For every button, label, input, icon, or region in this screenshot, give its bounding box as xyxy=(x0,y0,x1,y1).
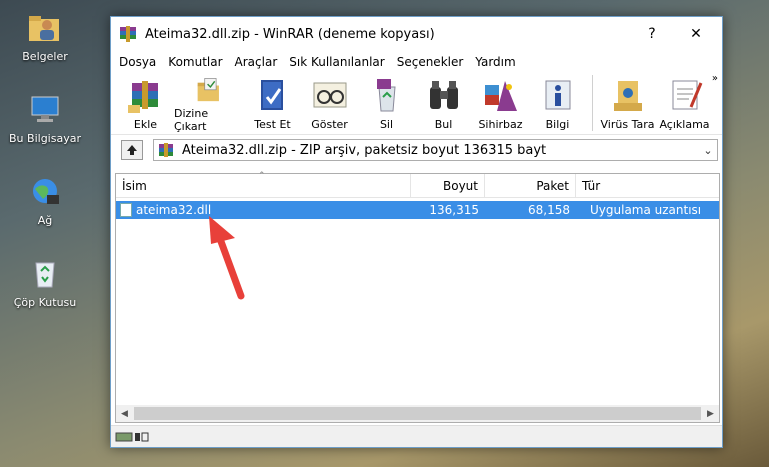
desktop-icon-network[interactable]: Ağ xyxy=(0,174,93,227)
help-button[interactable]: ? xyxy=(630,17,674,51)
file-packed: 68,158 xyxy=(528,203,570,217)
find-button[interactable]: Bul xyxy=(415,75,472,133)
extract-to-label: Dizine Çıkart xyxy=(174,107,209,133)
scroll-right-icon[interactable]: ▶ xyxy=(702,409,719,419)
wizard-button[interactable]: Sihirbaz xyxy=(472,75,529,133)
add-label: Ekle xyxy=(133,118,158,131)
menu-options[interactable]: Seçenekler xyxy=(391,55,470,69)
column-size[interactable]: Boyut xyxy=(411,174,485,198)
virus-scan-icon xyxy=(613,81,642,111)
archive-icon xyxy=(159,143,173,157)
wizard-icon xyxy=(484,81,517,111)
network-globe-icon xyxy=(25,174,65,210)
address-dropdown[interactable]: Ateima32.dll.zip - ZIP arşiv, paketsiz b… xyxy=(153,139,718,161)
toolbar-separator xyxy=(592,75,593,131)
title-bar: Ateima32.dll.zip - WinRAR (deneme kopyas… xyxy=(111,17,722,51)
close-button[interactable]: ✕ xyxy=(674,17,718,51)
address-bar: Ateima32.dll.zip - ZIP arşiv, paketsiz b… xyxy=(111,137,722,163)
column-type[interactable]: Tür xyxy=(576,174,719,198)
find-label: Bul xyxy=(434,118,453,131)
add-archive-icon xyxy=(127,81,158,113)
chevron-down-icon[interactable]: ⌄ xyxy=(699,144,717,157)
delete-recycle-icon xyxy=(376,79,396,112)
file-list-header: ⌃ İsim Boyut Paket Tür xyxy=(116,171,719,198)
desktop-icon-label: Ağ xyxy=(37,214,53,227)
winrar-window: Ateima32.dll.zip - WinRAR (deneme kopyas… xyxy=(110,16,723,448)
computer-icon xyxy=(25,92,65,128)
info-label: Bilgi xyxy=(545,118,570,131)
menu-favorites[interactable]: Sık Kullanılanlar xyxy=(283,55,390,69)
test-label: Test Et xyxy=(254,118,291,131)
delete-button[interactable]: Sil xyxy=(358,75,415,133)
virus-scan-label: Virüs Tara xyxy=(600,118,655,131)
virus-scan-button[interactable]: Virüs Tara xyxy=(599,75,656,133)
sort-caret-icon: ⌃ xyxy=(258,171,266,181)
recycle-bin-icon xyxy=(25,256,65,292)
file-icon xyxy=(120,203,132,217)
desktop-icon-label: Belgeler xyxy=(22,50,68,63)
desktop-icon-label: Çöp Kutusu xyxy=(13,296,77,309)
annotation-arrow-icon xyxy=(209,216,245,300)
info-button[interactable]: Bilgi xyxy=(529,75,586,133)
toolbar: Ekle Dizine Çıkart Test Et Göster Sil Bu… xyxy=(111,73,722,135)
file-type: Uygulama uzantısı xyxy=(590,203,702,217)
extract-folder-icon xyxy=(197,78,219,102)
menu-file[interactable]: Dosya xyxy=(113,55,162,69)
view-glasses-icon xyxy=(313,82,346,108)
file-size: 136,315 xyxy=(429,203,479,217)
column-packed[interactable]: Paket xyxy=(485,174,576,198)
status-bar xyxy=(111,425,722,447)
desktop-icon-this-pc[interactable]: Bu Bilgisayar xyxy=(0,92,93,145)
menu-tools[interactable]: Araçlar xyxy=(229,55,284,69)
scroll-left-icon[interactable]: ◀ xyxy=(116,409,133,419)
view-label: Göster xyxy=(311,118,348,131)
info-icon xyxy=(545,80,570,110)
wizard-label: Sihirbaz xyxy=(478,118,523,131)
menu-commands[interactable]: Komutlar xyxy=(162,55,228,69)
file-name: ateima32.dll xyxy=(136,203,212,217)
address-text: Ateima32.dll.zip - ZIP arşiv, paketsiz b… xyxy=(182,142,547,158)
window-title: Ateima32.dll.zip - WinRAR (deneme kopyas… xyxy=(145,26,435,42)
up-folder-button[interactable] xyxy=(121,140,143,160)
winrar-app-icon xyxy=(120,26,136,42)
desktop-icon-recycle-bin[interactable]: Çöp Kutusu xyxy=(0,256,93,309)
delete-label: Sil xyxy=(379,118,394,131)
comment-label: Açıklama xyxy=(659,118,710,131)
horizontal-scrollbar[interactable]: ◀ ▶ xyxy=(116,405,719,422)
test-button[interactable]: Test Et xyxy=(244,75,301,133)
test-book-icon xyxy=(260,80,283,110)
view-button[interactable]: Göster xyxy=(301,75,358,133)
comment-button[interactable]: Açıklama xyxy=(656,75,713,133)
comment-icon xyxy=(672,80,702,110)
scroll-thumb[interactable] xyxy=(134,407,701,420)
up-arrow-icon xyxy=(127,145,137,155)
desktop-icon-label: Bu Bilgisayar xyxy=(9,132,81,145)
drive-status-icon xyxy=(115,432,149,441)
desktop-icon-documents[interactable]: Belgeler xyxy=(0,10,93,63)
extract-to-button[interactable]: Dizine Çıkart xyxy=(174,75,244,133)
folder-user-icon xyxy=(25,10,65,46)
find-binoculars-icon xyxy=(429,81,458,109)
toolbar-more-button[interactable]: » xyxy=(712,73,718,84)
add-button[interactable]: Ekle xyxy=(117,75,174,133)
menu-bar: Dosya Komutlar Araçlar Sık Kullanılanlar… xyxy=(111,51,722,73)
menu-help[interactable]: Yardım xyxy=(469,55,521,69)
